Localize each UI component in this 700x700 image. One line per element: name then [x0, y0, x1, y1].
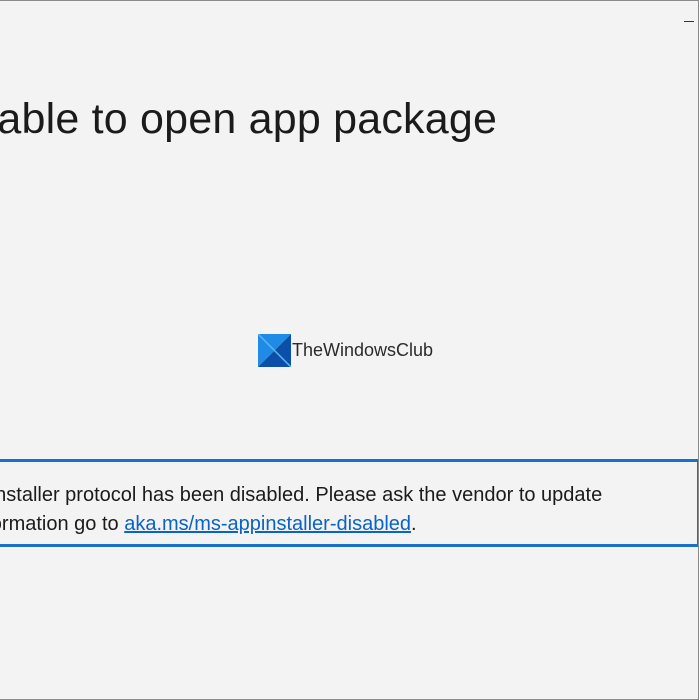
- thewindowsclub-logo-icon: [258, 334, 291, 367]
- appinstaller-disabled-link[interactable]: aka.ms/ms-appinstaller-disabled: [124, 513, 411, 535]
- watermark: TheWindowsClub: [258, 334, 433, 367]
- error-message-line2: For more information go to aka.ms/ms-app…: [0, 513, 417, 536]
- error-message-line1: The ms-appinstaller protocol has been di…: [0, 484, 603, 506]
- watermark-text: TheWindowsClub: [292, 340, 434, 360]
- error-infobar: The ms-appinstaller protocol has been di…: [0, 459, 698, 547]
- error-message-suffix: .: [411, 513, 417, 535]
- minimize-icon[interactable]: [684, 21, 694, 22]
- page-title: Unable to open app package: [0, 95, 498, 143]
- error-message-prefix: For more information go to: [0, 513, 119, 535]
- app-installer-dialog: Unable to open app package TheWindowsClu…: [0, 0, 699, 700]
